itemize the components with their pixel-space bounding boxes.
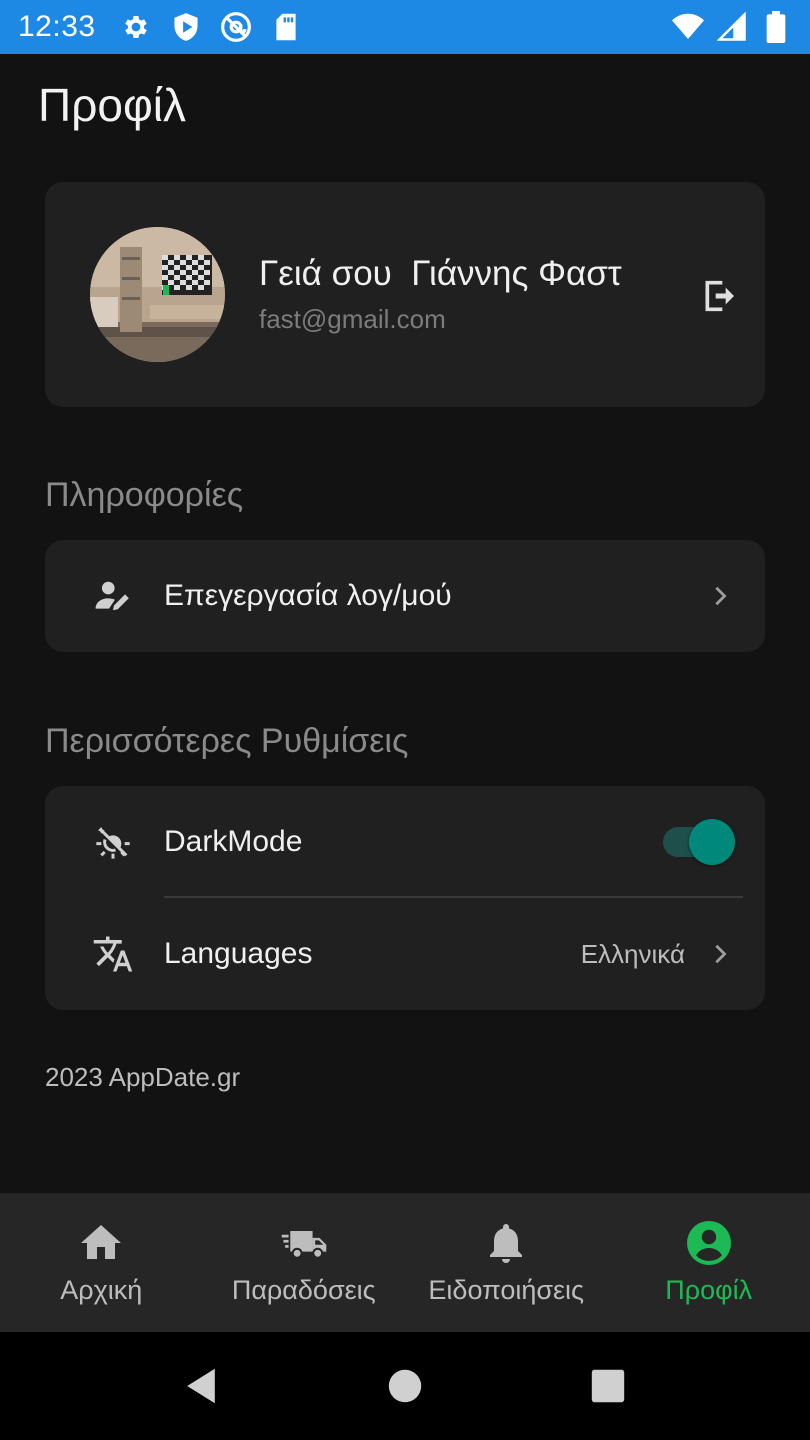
toggle-thumb: [689, 819, 735, 865]
sd-card-icon: [270, 11, 302, 43]
edit-account-row[interactable]: Επεγεργασία λογ/μού: [45, 540, 765, 652]
avatar[interactable]: [90, 227, 225, 362]
edit-user-icon: [91, 574, 135, 618]
signal-icon: [716, 11, 748, 43]
system-nav-bar: [0, 1332, 810, 1440]
wifi-icon: [672, 11, 704, 43]
info-card: Επεγεργασία λογ/μού: [45, 540, 765, 652]
profile-card: Γειά σου Γιάννης Φαστ fast@gmail.com: [45, 182, 765, 407]
home-icon: [77, 1219, 125, 1267]
home-button[interactable]: [385, 1366, 425, 1406]
logout-button[interactable]: [697, 274, 741, 318]
chevron-right-icon: [705, 939, 735, 969]
nav-notifications-label: Ειδοποιήσεις: [428, 1275, 585, 1305]
nav-deliveries-label: Παραδόσεις: [231, 1275, 376, 1305]
more-settings-section-title: Περισσότερες Ρυθμίσεις: [45, 722, 409, 760]
battery-icon: [760, 11, 792, 43]
languages-label: Languages: [164, 937, 313, 970]
language-value: Ελληνικά: [580, 938, 685, 969]
nav-deliveries[interactable]: Παραδόσεις: [203, 1193, 406, 1332]
nav-home[interactable]: Αρχική: [0, 1193, 203, 1332]
logout-icon: [705, 280, 734, 312]
nav-home-label: Αρχική: [60, 1275, 143, 1305]
bell-icon: [482, 1219, 530, 1267]
settings-card: DarkMode Languages Ελληνικά: [45, 786, 765, 1010]
at-sign-icon: [220, 11, 252, 43]
footer-copyright: 2023 AppDate.gr: [45, 1062, 241, 1092]
back-button[interactable]: [181, 1366, 221, 1406]
languages-row[interactable]: Languages Ελληνικά: [45, 898, 765, 1010]
account-circle-icon: [685, 1219, 733, 1267]
info-section-title: Πληροφορίες: [45, 476, 244, 514]
email-text: fast@gmail.com: [259, 304, 446, 334]
recents-button[interactable]: [588, 1366, 628, 1406]
recents-square-icon: [591, 1369, 625, 1403]
shield-play-icon: [170, 11, 202, 43]
home-circle-icon: [388, 1369, 422, 1403]
chevron-right-icon: [705, 581, 735, 611]
back-triangle-icon: [187, 1368, 215, 1404]
status-bar: 12:33: [0, 0, 810, 54]
translate-icon: [91, 932, 135, 976]
settings-icon: [120, 11, 152, 43]
status-time: 12:33: [18, 10, 96, 43]
edit-account-label: Επεγεργασία λογ/μού: [164, 579, 452, 612]
dark-mode-toggle[interactable]: [663, 819, 735, 865]
truck-icon: [280, 1219, 328, 1267]
dark-mode-row: DarkMode: [45, 786, 765, 898]
theme-icon: [91, 820, 135, 864]
dark-mode-label: DarkMode: [164, 825, 303, 858]
nav-profile[interactable]: Προφίλ: [608, 1193, 810, 1332]
greeting-text: Γειά σου Γιάννης Φαστ: [259, 254, 622, 293]
nav-profile-label: Προφίλ: [665, 1275, 753, 1305]
nav-notifications[interactable]: Ειδοποιήσεις: [405, 1193, 608, 1332]
page-title: Προφίλ: [38, 79, 187, 131]
bottom-nav: Αρχική Παραδόσεις Ειδοποιήσεις Προφίλ: [0, 1193, 810, 1332]
